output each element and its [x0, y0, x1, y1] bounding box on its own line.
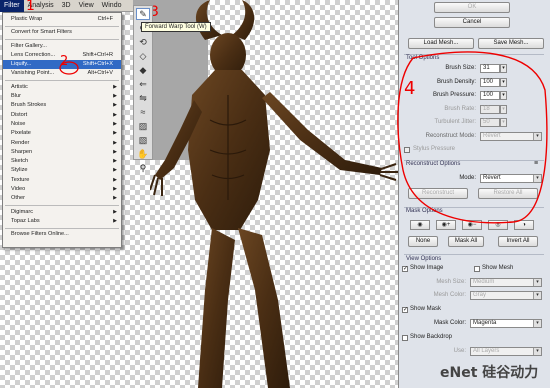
menu-item-noise[interactable]: Noise ▶	[3, 120, 121, 129]
view-options-title: View Options	[406, 256, 442, 262]
submenu-arrow-icon: ▶	[113, 195, 117, 202]
chevron-down-icon: ▾	[533, 348, 541, 355]
submenu-arrow-icon: ▶	[113, 102, 117, 109]
forward-warp-tool-icon[interactable]: ✎	[136, 8, 150, 20]
mesh-color-select[interactable]: Gray ▾	[470, 291, 542, 300]
show-mesh-checkbox[interactable]	[474, 266, 480, 272]
submenu-arrow-icon: ▶	[113, 93, 117, 100]
show-backdrop-checkbox[interactable]	[402, 335, 408, 341]
menu-item-sketch[interactable]: Sketch ▶	[3, 157, 121, 166]
submenu-arrow-icon: ▶	[113, 208, 117, 215]
watermark-logo: eNet 硅谷动力	[440, 365, 539, 381]
submenu-arrow-icon: ▶	[113, 130, 117, 137]
submenu-arrow-icon: ▶	[113, 120, 117, 127]
menu-bar: Filter Analysis 3D View Windo	[0, 0, 133, 12]
show-mask-checkbox[interactable]: ✓	[402, 307, 408, 313]
submenu-arrow-icon: ▶	[113, 217, 117, 224]
submenu-arrow-icon: ▶	[113, 83, 117, 90]
menu-item-texture[interactable]: Texture ▶	[3, 176, 121, 185]
annotation-number-1: 1	[26, 0, 35, 14]
filter-menu: Plastic Wrap Ctrl+F Convert for Smart Fil…	[2, 12, 122, 248]
menu-separator	[5, 80, 119, 82]
bloat-tool-icon[interactable]: ◆	[136, 64, 150, 76]
menu-filter[interactable]: Filter	[0, 0, 24, 12]
submenu-arrow-icon: ▶	[113, 167, 117, 174]
show-image-label: Show Image	[410, 265, 444, 271]
show-mask-label: Show Mask	[410, 306, 442, 312]
menu-3d[interactable]: 3D	[58, 0, 75, 12]
menu-item-distort[interactable]: Distort ▶	[3, 111, 121, 120]
annotation-circle	[59, 61, 79, 75]
mask-none-button[interactable]: None	[408, 236, 438, 247]
cancel-button[interactable]: Cancel	[434, 17, 510, 28]
menu-separator	[5, 25, 119, 27]
menu-separator	[5, 227, 119, 229]
pucker-tool-icon[interactable]: ◇	[136, 50, 150, 62]
use-label: Use:	[453, 348, 466, 354]
mask-color-select[interactable]: Magenta ▾	[470, 319, 542, 328]
menu-item-convert-smart-filters[interactable]: Convert for Smart Filters	[3, 28, 121, 37]
menu-separator	[5, 39, 119, 41]
mask-all-button[interactable]: Mask All	[448, 236, 484, 247]
save-mesh-button[interactable]: Save Mesh...	[478, 38, 544, 49]
chevron-down-icon: ▾	[533, 292, 541, 299]
menu-item-digimarc[interactable]: Digimarc ▶	[3, 208, 121, 217]
turbulence-tool-icon[interactable]: ≈	[136, 106, 150, 118]
menu-item-sharpen[interactable]: Sharpen ▶	[3, 148, 121, 157]
twirl-tool-icon[interactable]: ⟲	[136, 36, 150, 48]
hand-tool-icon[interactable]: ✋	[136, 148, 150, 160]
menu-item-stylize[interactable]: Stylize ▶	[3, 166, 121, 175]
menu-item-filter-gallery[interactable]: Filter Gallery...	[3, 42, 121, 51]
annotation-loop	[397, 51, 548, 224]
load-mesh-button[interactable]: Load Mesh...	[408, 38, 474, 49]
section-divider	[404, 254, 544, 255]
menu-item-topaz-labs[interactable]: Topaz Labs ▶	[3, 217, 121, 226]
tool-tooltip: Forward Warp Tool (W)	[141, 22, 211, 32]
menu-separator	[5, 205, 119, 207]
submenu-arrow-icon: ▶	[113, 139, 117, 146]
submenu-arrow-icon: ▶	[113, 158, 117, 165]
show-mesh-label: Show Mesh	[482, 265, 514, 271]
mesh-color-label: Mesh Color:	[433, 292, 466, 298]
backdrop-use-select[interactable]: All Layers ▾	[470, 347, 542, 356]
mirror-tool-icon[interactable]: ⇋	[136, 92, 150, 104]
submenu-arrow-icon: ▶	[113, 186, 117, 193]
menu-item-render[interactable]: Render ▶	[3, 139, 121, 148]
menu-item-pixelate[interactable]: Pixelate ▶	[3, 129, 121, 138]
zoom-tool-icon[interactable]: ⚲	[136, 162, 150, 174]
submenu-arrow-icon: ▶	[113, 148, 117, 155]
mesh-size-label: Mesh Size:	[436, 279, 466, 285]
annotation-number-4: 4	[404, 78, 416, 99]
thaw-mask-tool-icon[interactable]: ▧	[136, 134, 150, 146]
menu-item-blur[interactable]: Blur ▶	[3, 92, 121, 101]
submenu-arrow-icon: ▶	[113, 176, 117, 183]
show-backdrop-label: Show Backdrop	[410, 334, 453, 340]
mesh-size-select[interactable]: Medium ▾	[470, 278, 542, 287]
ok-button[interactable]: OK	[434, 2, 510, 13]
freeze-mask-tool-icon[interactable]: ▨	[136, 120, 150, 132]
chevron-down-icon: ▾	[533, 320, 541, 327]
mask-color-label: Mask Color:	[433, 320, 466, 326]
menu-item-video[interactable]: Video ▶	[3, 185, 121, 194]
menu-item-plastic-wrap[interactable]: Plastic Wrap Ctrl+F	[3, 15, 121, 24]
menu-item-brush-strokes[interactable]: Brush Strokes ▶	[3, 101, 121, 110]
menu-view[interactable]: View	[75, 0, 98, 12]
invert-all-button[interactable]: Invert All	[498, 236, 538, 247]
menu-item-artistic[interactable]: Artistic ▶	[3, 83, 121, 92]
menu-window[interactable]: Windo	[98, 0, 126, 12]
show-image-checkbox[interactable]: ✓	[402, 266, 408, 272]
chevron-down-icon: ▾	[533, 279, 541, 286]
push-left-tool-icon[interactable]: ⇐	[136, 78, 150, 90]
submenu-arrow-icon: ▶	[113, 111, 117, 118]
menu-item-other[interactable]: Other ▶	[3, 194, 121, 203]
creature-figure	[150, 0, 398, 388]
menu-item-browse-filters-online[interactable]: Browse Filters Online...	[3, 230, 121, 239]
